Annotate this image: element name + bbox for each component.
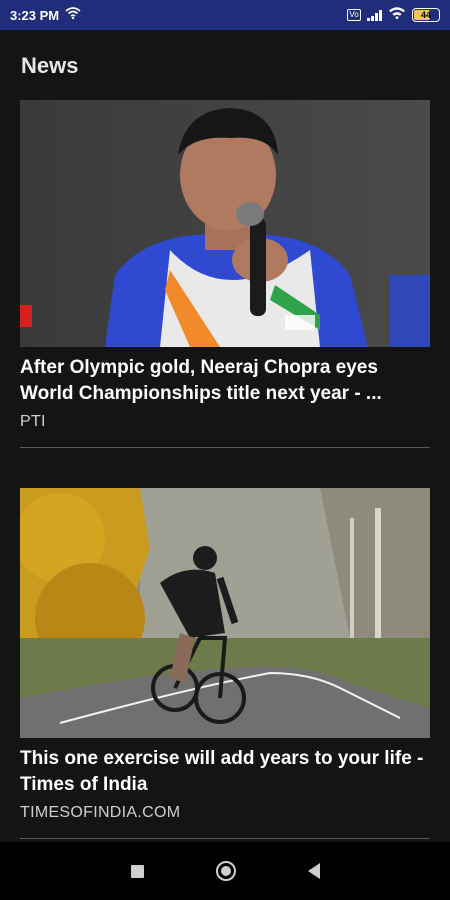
article-source: TIMESOFINDIA.COM xyxy=(20,804,181,821)
divider xyxy=(20,447,430,448)
status-bar: 3:23 PM Vo 44 xyxy=(0,0,450,30)
navigation-bar xyxy=(0,842,450,900)
home-circle-icon[interactable] xyxy=(215,861,236,881)
recents-square-icon[interactable] xyxy=(130,864,144,878)
wifi-icon xyxy=(388,6,406,24)
article-image[interactable] xyxy=(20,100,430,347)
wifi-status-icon xyxy=(65,6,81,24)
article-image[interactable] xyxy=(20,488,430,738)
battery-icon: 44 xyxy=(412,8,440,22)
battery-level: 44 xyxy=(420,10,431,20)
news-card[interactable]: This one exercise will add years to your… xyxy=(20,488,430,839)
sim-icon: Vo xyxy=(347,9,361,21)
article-source: PTI xyxy=(20,413,46,430)
news-card[interactable]: After Olympic gold, Neeraj Chopra eyes W… xyxy=(20,100,430,448)
status-time: 3:23 PM xyxy=(10,7,60,23)
signal-icon xyxy=(367,9,382,21)
article-title[interactable]: After Olympic gold, Neeraj Chopra eyes W… xyxy=(20,355,430,407)
page-title: News xyxy=(21,53,79,78)
back-triangle-icon[interactable] xyxy=(307,863,320,879)
divider xyxy=(20,838,430,839)
article-title[interactable]: This one exercise will add years to your… xyxy=(20,746,430,798)
